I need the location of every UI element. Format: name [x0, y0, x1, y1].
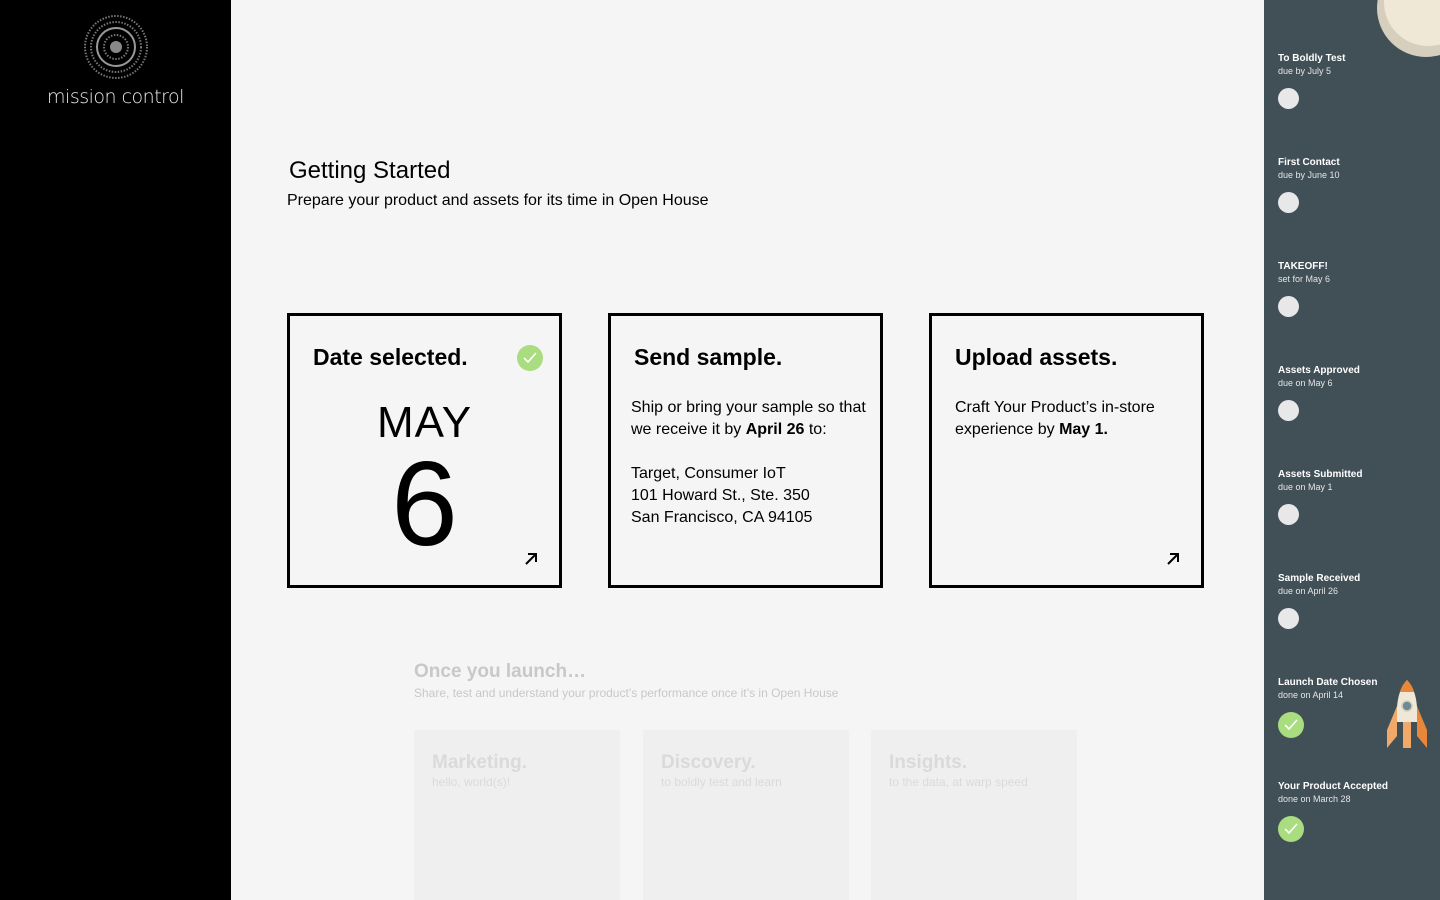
- date-selected-card[interactable]: Date selected. MAY 6: [287, 313, 562, 588]
- milestone-date: due on May 6: [1278, 378, 1333, 388]
- milestone-assets-submitted[interactable]: Assets Submitted due on May 1: [1278, 468, 1428, 525]
- milestone-title: Your Product Accepted: [1278, 781, 1389, 792]
- pending-status-icon: [1278, 192, 1299, 213]
- card-title: Insights.: [889, 752, 968, 773]
- milestone-title: To Boldly Test: [1278, 53, 1346, 64]
- card-title: Upload assets.: [955, 344, 1118, 370]
- milestone-title: First Contact: [1278, 157, 1340, 168]
- milestone-title: Assets Approved: [1278, 365, 1360, 376]
- check-icon: [517, 345, 543, 371]
- card-body: Craft Your Product’s in-store experience…: [955, 397, 1195, 441]
- card-body: Ship or bring your sample so that we rec…: [631, 397, 871, 529]
- card-title: Discovery.: [661, 752, 756, 773]
- page-subtitle: Prepare your product and assets for its …: [287, 192, 709, 209]
- milestone-date: set for May 6: [1278, 274, 1331, 284]
- marketing-card: Marketing. hello, world(s)!: [414, 730, 620, 900]
- address-line: 101 Howard St., Ste. 350: [631, 487, 810, 504]
- pending-status-icon: [1278, 400, 1299, 421]
- card-title: Date selected.: [313, 344, 468, 370]
- milestone-product-accepted[interactable]: Your Product Accepted done on March 28: [1278, 780, 1428, 842]
- milestone-date: due on May 1: [1278, 482, 1333, 492]
- deadline-date: May 1.: [1059, 421, 1108, 438]
- main-content: Getting Started Prepare your product and…: [231, 0, 1264, 900]
- upload-assets-card[interactable]: Upload assets. Craft Your Product’s in-s…: [929, 313, 1204, 588]
- rocket-icon: [1387, 680, 1427, 748]
- page-title: Getting Started: [289, 157, 451, 184]
- pending-status-icon: [1278, 296, 1299, 317]
- selected-day: 6: [391, 437, 458, 571]
- milestone-first-contact[interactable]: First Contact due by June 10: [1278, 156, 1428, 213]
- pending-status-icon: [1278, 88, 1299, 109]
- milestone-title: Sample Received: [1278, 573, 1361, 584]
- pending-status-icon: [1278, 504, 1299, 525]
- card-title: Marketing.: [432, 752, 528, 773]
- insights-card: Insights. to the data, at warp speed: [871, 730, 1077, 900]
- launch-section-title: Once you launch…: [414, 661, 587, 682]
- check-icon: [1278, 712, 1304, 738]
- card-title: Send sample.: [634, 344, 783, 370]
- milestone-takeoff[interactable]: TAKEOFF! set for May 6: [1278, 260, 1428, 317]
- logo[interactable]: mission control: [0, 14, 231, 108]
- timeline-sidebar: To Boldly Test due by July 5 First Conta…: [1264, 0, 1440, 900]
- milestone-to-boldly-test[interactable]: To Boldly Test due by July 5: [1278, 52, 1428, 109]
- milestone-title: TAKEOFF!: [1278, 261, 1328, 272]
- launch-section-subtitle: Share, test and understand your product’…: [414, 686, 839, 700]
- address-line: San Francisco, CA 94105: [631, 509, 813, 526]
- milestone-date: done on March 28: [1278, 794, 1351, 804]
- card-subtitle: to boldly test and learn: [661, 775, 782, 789]
- target-logo-icon: [83, 15, 148, 79]
- check-icon: [1278, 816, 1304, 842]
- arrow-up-right-icon[interactable]: [1165, 551, 1181, 567]
- milestone-assets-approved[interactable]: Assets Approved due on May 6: [1278, 364, 1428, 421]
- deadline-date: April 26: [745, 421, 805, 438]
- pending-status-icon: [1278, 608, 1299, 629]
- arrow-up-right-icon[interactable]: [523, 551, 539, 567]
- card-text: Craft Your Product’s in-store experience…: [955, 399, 1155, 438]
- address-line: Target, Consumer IoT: [631, 465, 786, 482]
- card-subtitle: to the data, at warp speed: [889, 775, 1028, 789]
- milestone-date: due by June 10: [1278, 170, 1340, 180]
- milestone-date: due on April 26: [1278, 586, 1339, 596]
- milestone-sample-received[interactable]: Sample Received due on April 26: [1278, 572, 1428, 629]
- milestone-title: Assets Submitted: [1278, 469, 1363, 480]
- discovery-card: Discovery. to boldly test and learn: [643, 730, 849, 900]
- card-text: to:: [804, 421, 827, 438]
- logo-text: mission control: [47, 86, 184, 108]
- card-subtitle: hello, world(s)!: [432, 775, 511, 789]
- send-sample-card[interactable]: Send sample. Ship or bring your sample s…: [608, 313, 883, 588]
- milestone-date: due by July 5: [1278, 66, 1332, 76]
- left-sidebar: mission control: [0, 0, 231, 900]
